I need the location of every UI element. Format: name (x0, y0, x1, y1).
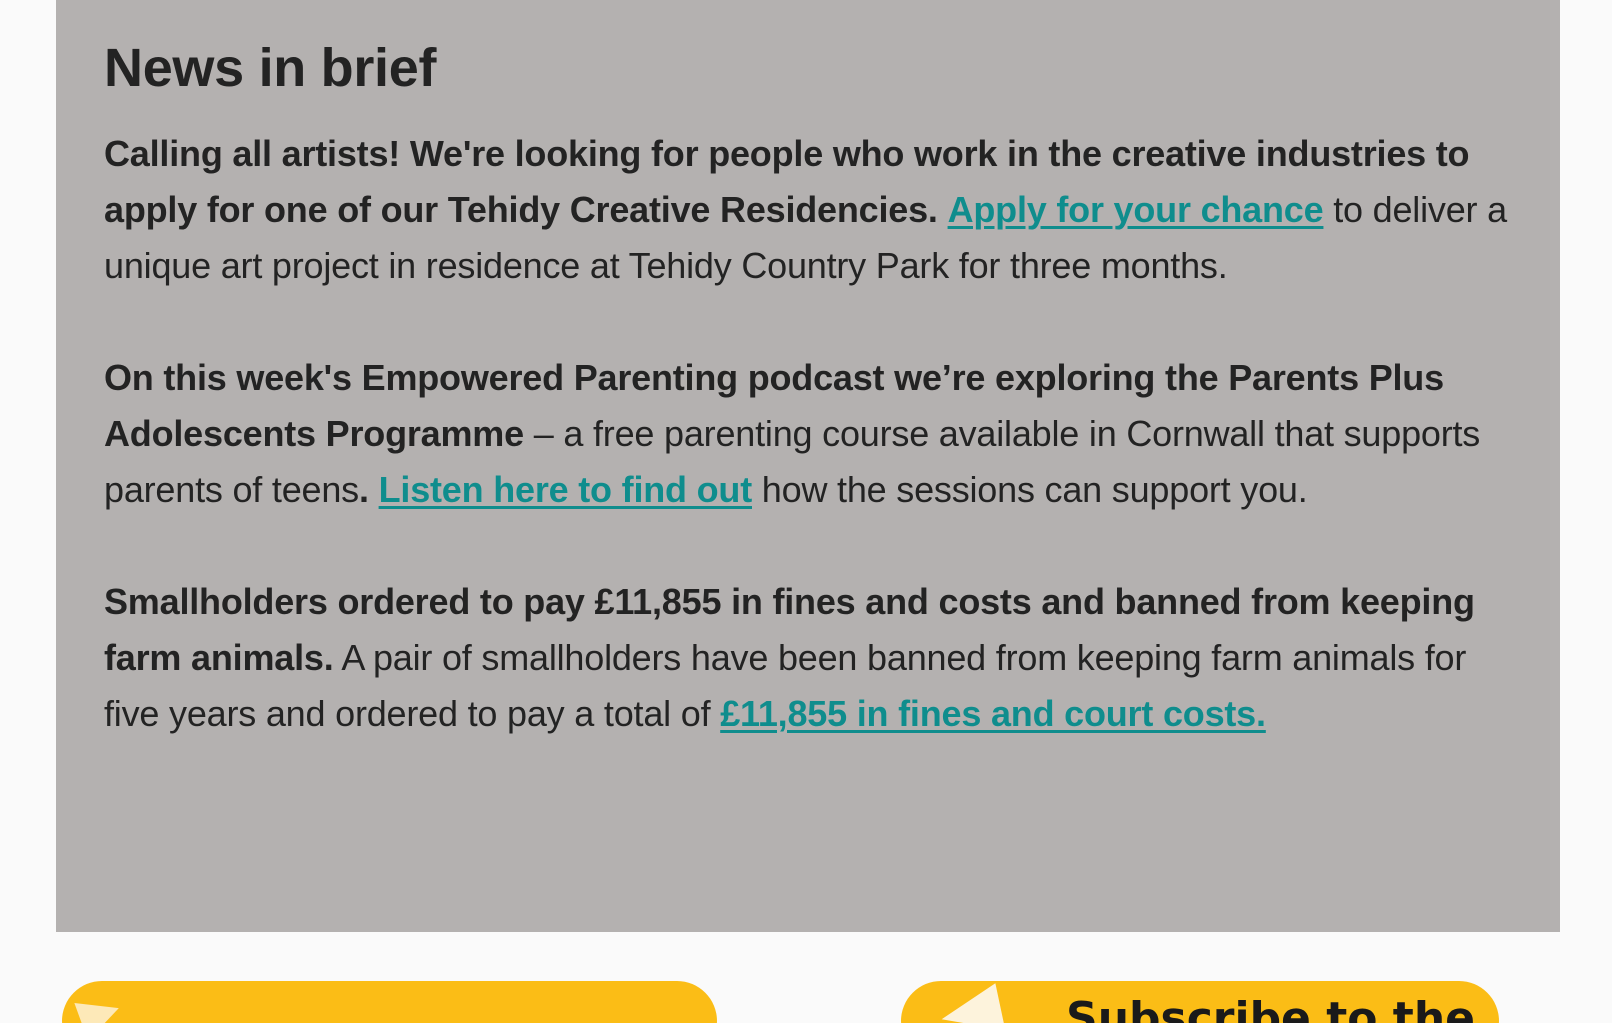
news-item-smallholders: Smallholders ordered to pay £11,855 in f… (104, 574, 1512, 742)
news-item-dot: . (358, 469, 369, 510)
news-item-artists: Calling all artists! We're looking for p… (104, 126, 1512, 294)
subscribe-banner-button[interactable]: Subscribe to the (901, 981, 1499, 1023)
page: News in brief Calling all artists! We're… (0, 0, 1612, 1023)
megaphone-icon (74, 989, 126, 1023)
subscribe-banner-text: Subscribe to the (1066, 993, 1475, 1023)
news-item-gap (938, 189, 948, 230)
fines-and-court-costs-link[interactable]: £11,855 in fines and court costs. (720, 693, 1266, 734)
news-item-gap (369, 469, 379, 510)
left-banner-button[interactable] (62, 981, 717, 1023)
listen-here-link[interactable]: Listen here to find out (379, 469, 753, 510)
paper-plane-icon (936, 983, 1006, 1023)
news-item-podcast: On this week's Empowered Parenting podca… (104, 350, 1512, 518)
news-item-body: how the sessions can support you. (752, 469, 1308, 510)
section-heading: News in brief (104, 38, 437, 98)
apply-for-your-chance-link[interactable]: Apply for your chance (948, 189, 1324, 230)
news-in-brief-panel: News in brief Calling all artists! We're… (56, 0, 1560, 932)
